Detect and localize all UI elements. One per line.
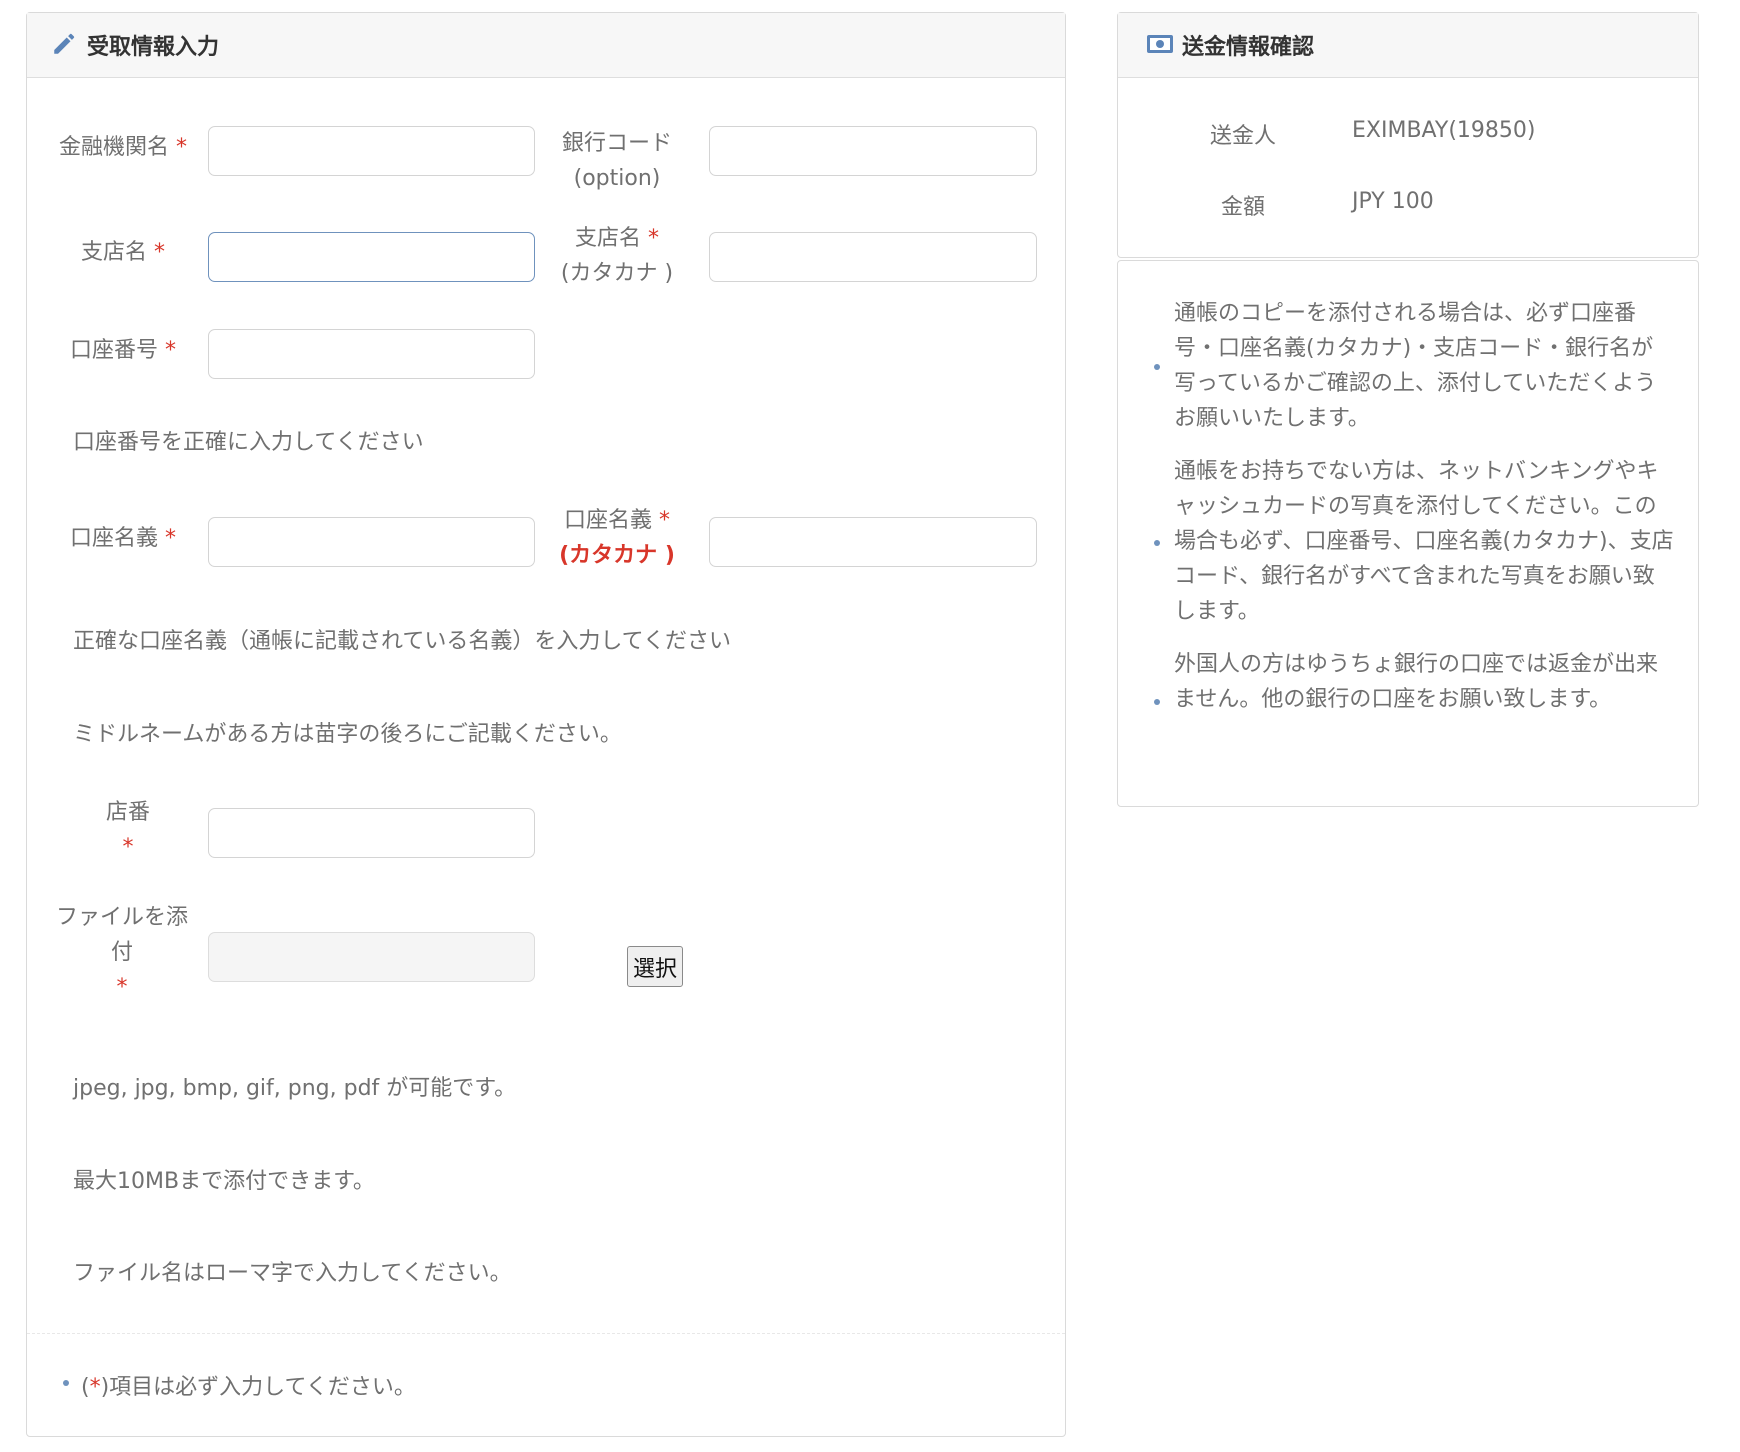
middle-name-note: ミドルネームがある方は苗字の後ろにご記載ください。 [73, 722, 622, 747]
account-holder-label-text: 口座名義 [69, 526, 158, 551]
notice-panel: 通帳のコピーを添付される場合は、必ず口座番号・口座名義(カタカナ)・支店コード・… [1117, 260, 1699, 807]
required-mark: * [116, 975, 128, 1000]
remittance-confirm-title: 送金情報確認 [1182, 35, 1315, 60]
account-holder-kana-label-line1: 口座名義 [563, 508, 652, 533]
bank-name-label-text: 金融機関名 [58, 135, 169, 160]
branch-name-label: 支店名 * [53, 235, 193, 270]
bullet-icon [1154, 699, 1160, 705]
file-name-note: ファイル名はローマ字で入力してください。 [73, 1261, 512, 1286]
receive-info-panel: 受取情報入力 金融機関名 * 銀行コード (option) 支店名 * 支店名 … [26, 12, 1066, 1437]
required-mark: * [176, 135, 187, 160]
remittance-confirm-panel: 送金情報確認 送金人 EXIMBAY(19850) 金額 JPY 100 [1117, 12, 1699, 258]
account-holder-kana-label: 口座名義 * (カタカナ ) [557, 503, 677, 573]
money-bill-icon [1147, 35, 1173, 53]
file-types-note: jpeg, jpg, bmp, gif, png, pdf が可能です。 [73, 1076, 517, 1101]
branch-number-label: 店番 * [83, 795, 173, 865]
account-holder-kana-input[interactable] [709, 517, 1037, 567]
account-number-label: 口座番号 * [53, 333, 193, 368]
sender-label: 送金人 [1210, 124, 1277, 149]
branch-number-input[interactable] [208, 808, 535, 858]
bullet-icon [1154, 540, 1160, 546]
branch-kana-label: 支店名 * (カタカナ ) [557, 221, 677, 291]
branch-name-input[interactable] [208, 232, 535, 282]
file-size-note: 最大10MBまで添付できます。 [73, 1169, 375, 1194]
footnote-prefix: ( [81, 1375, 90, 1400]
bank-name-label: 金融機関名 * [53, 130, 193, 165]
pencil-icon [54, 33, 75, 54]
required-mark: * [89, 1375, 101, 1400]
bank-code-input[interactable] [709, 126, 1037, 176]
branch-name-label-text: 支店名 [80, 240, 147, 265]
required-mark: * [648, 226, 659, 251]
account-holder-label: 口座名義 * [53, 521, 193, 556]
notice-item: 通帳をお持ちでない方は、ネットバンキングやキャッシュカードの写真を添付してくださ… [1174, 459, 1674, 624]
footnote-suffix: )項目は必ず入力してください。 [100, 1375, 416, 1400]
branch-kana-label-line1: 支店名 [574, 226, 641, 251]
file-select-button[interactable]: 選択 [627, 946, 683, 987]
file-attach-label-line1: ファイルを添 [55, 905, 188, 930]
amount-value: JPY 100 [1352, 189, 1434, 214]
required-mark: * [165, 338, 176, 363]
file-attach-label: ファイルを添 付 * [47, 900, 197, 1005]
required-mark: * [122, 835, 134, 860]
footer-divider [27, 1333, 1065, 1334]
bank-code-label-line1: 銀行コード [561, 131, 672, 156]
receive-info-header: 受取情報入力 [27, 13, 1065, 78]
required-mark: * [154, 240, 165, 265]
bullet-icon [63, 1380, 69, 1386]
bullet-icon [1154, 364, 1160, 370]
file-name-field [208, 932, 535, 982]
sender-value: EXIMBAY(19850) [1352, 118, 1536, 143]
account-number-note: 口座番号を正確に入力してください [73, 430, 424, 455]
bank-code-label: 銀行コード (option) [557, 126, 677, 196]
branch-kana-label-line2: (カタカナ ) [560, 261, 674, 286]
receive-info-title: 受取情報入力 [87, 35, 220, 60]
bank-name-input[interactable] [208, 126, 535, 176]
bank-code-label-line2: (option) [573, 166, 661, 191]
notice-item: 通帳のコピーを添付される場合は、必ず口座番号・口座名義(カタカナ)・支店コード・… [1174, 301, 1657, 431]
account-holder-note: 正確な口座名義（通帳に記載されている名義）を入力してください [73, 629, 732, 654]
remittance-confirm-header: 送金情報確認 [1118, 13, 1698, 78]
required-mark: * [165, 526, 176, 551]
branch-kana-input[interactable] [709, 232, 1037, 282]
account-holder-input[interactable] [208, 517, 535, 567]
account-number-input[interactable] [208, 329, 535, 379]
amount-label: 金額 [1221, 195, 1266, 220]
account-holder-kana-label-line2: (カタカナ ) [559, 543, 675, 568]
branch-number-label-text: 店番 [105, 800, 150, 825]
required-mark: * [659, 508, 670, 533]
required-footnote: (*)項目は必ず入力してください。 [81, 1369, 416, 1401]
account-number-label-text: 口座番号 [69, 338, 158, 363]
notice-item: 外国人の方はゆうちょ銀行の口座では返金が出来ません。他の銀行の口座をお願い致しま… [1174, 652, 1659, 712]
file-attach-label-line2: 付 [110, 940, 133, 965]
